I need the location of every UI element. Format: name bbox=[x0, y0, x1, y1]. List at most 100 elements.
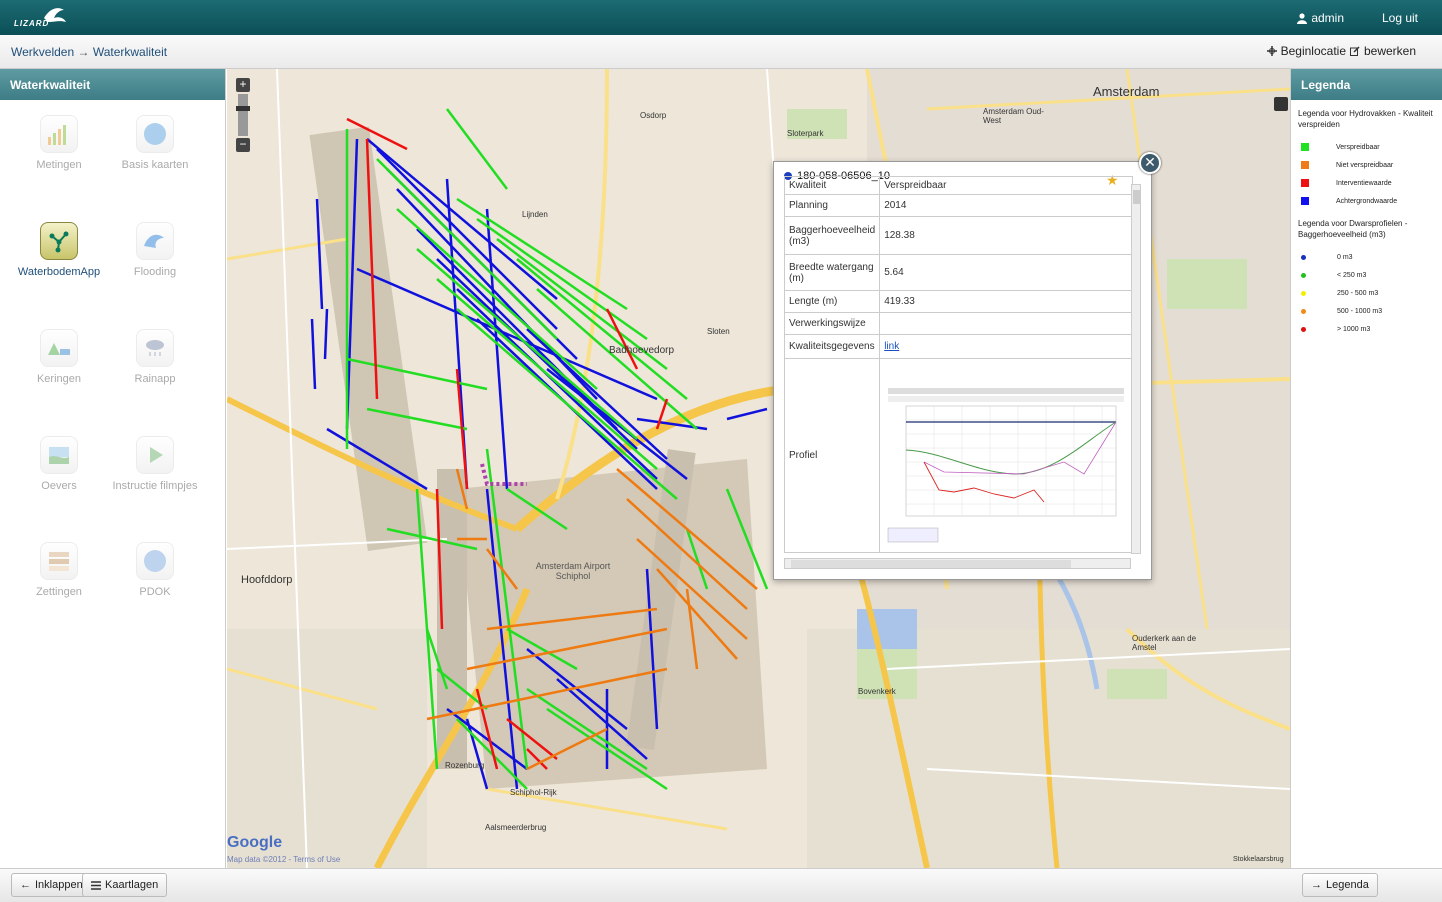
close-popup-button[interactable]: ✕ bbox=[1139, 152, 1161, 174]
legend-swatch bbox=[1301, 143, 1309, 151]
popup-horizontal-scrollbar[interactable] bbox=[784, 558, 1131, 569]
popup-row: Baggerhoeveelheid (m3) 128.38 bbox=[783, 216, 1134, 255]
left-panel: Waterkwaliteit Metingen Basis kaarten Wa… bbox=[0, 69, 226, 868]
top-bar: LIZARD admin Log uit bbox=[0, 0, 1442, 35]
map-label-stokkelaarsbrug: Stokkelaarsbrug bbox=[1233, 856, 1284, 863]
legend-hydro-list: Verspreidbaar Niet verspreidbaar Interve… bbox=[1291, 138, 1442, 210]
app-pdok[interactable]: PDOK bbox=[110, 542, 200, 598]
lizard-logo[interactable]: LIZARD bbox=[14, 4, 84, 32]
collapse-button[interactable]: ← Inklappen bbox=[11, 873, 92, 897]
breadcrumb-werkvelden[interactable]: Werkvelden bbox=[11, 45, 74, 59]
map-label-badhoevedorp: Badhoevedorp bbox=[609, 345, 675, 356]
dike-icon bbox=[40, 329, 78, 367]
zoom-out-button[interactable]: − bbox=[236, 138, 250, 152]
popup-row: Planning 2014 bbox=[783, 194, 1134, 217]
popup-vertical-scrollbar[interactable] bbox=[1131, 184, 1141, 554]
legend-item: Interventiewaarde bbox=[1291, 174, 1442, 192]
map-label-oud-west: Amsterdam Oud-West bbox=[983, 107, 1044, 125]
layers-icon bbox=[40, 542, 78, 580]
legend-item: 250 - 500 m3 bbox=[1291, 284, 1442, 302]
legend-panel: Legenda Legenda voor Hydrovakken - Kwali… bbox=[1290, 69, 1442, 868]
popup-key: Lengte (m) bbox=[783, 290, 881, 313]
legend-swatch bbox=[1301, 179, 1309, 187]
zoom-slider-knob[interactable] bbox=[236, 106, 250, 111]
legend-label: Interventiewaarde bbox=[1336, 179, 1392, 187]
map-canvas[interactable]: Amsterdam Badhoevedorp Hoofddorp Amsterd… bbox=[227, 69, 1290, 868]
legend-profile-title: Legenda voor Dwarsprofielen - Baggerhoev… bbox=[1298, 219, 1408, 239]
app-label: Keringen bbox=[36, 373, 82, 385]
legend-dot bbox=[1301, 326, 1306, 332]
breadcrumb-separator: → bbox=[77, 45, 90, 59]
legend-label: > 1000 m3 bbox=[1337, 325, 1371, 333]
user-menu[interactable]: admin bbox=[1297, 11, 1344, 25]
popup-key: Planning bbox=[783, 194, 881, 217]
legend-label: 0 m3 bbox=[1337, 253, 1353, 261]
legend-item: Verspreidbaar bbox=[1291, 138, 1442, 156]
map-label-rozenburg: Rozenburg bbox=[445, 761, 485, 770]
beginlocatie-button[interactable]: Beginlocatie bbox=[1266, 44, 1346, 58]
play-icon bbox=[136, 436, 174, 474]
popup-key: Baggerhoeveelheid (m3) bbox=[783, 216, 881, 255]
app-keringen[interactable]: Keringen bbox=[14, 329, 104, 385]
popup-key: Verwerkingswijze bbox=[783, 312, 881, 335]
popup-value bbox=[879, 312, 1134, 335]
zoom-control: + − bbox=[236, 78, 250, 152]
legend-item: Niet verspreidbaar bbox=[1291, 156, 1442, 174]
rain-cloud-icon bbox=[136, 329, 174, 367]
app-metingen[interactable]: Metingen bbox=[14, 115, 104, 171]
map-label-bovenkerk: Bovenkerk bbox=[858, 687, 896, 696]
legend-item: Achtergrondwaarde bbox=[1291, 192, 1442, 210]
popup-key: Kwaliteitsgegevens bbox=[783, 334, 881, 359]
map-layers-label: Kaartlagen bbox=[105, 879, 159, 891]
scrollbar-thumb[interactable] bbox=[791, 560, 1071, 568]
popup-value: 419.33 bbox=[879, 290, 1134, 313]
app-label: Instructie filmpjes bbox=[112, 480, 198, 492]
profile-chart-image[interactable] bbox=[884, 362, 1129, 546]
popup-key: Profiel bbox=[783, 358, 881, 553]
legend-label: < 250 m3 bbox=[1337, 271, 1367, 279]
legend-item: 0 m3 bbox=[1291, 248, 1442, 266]
arrow-right-icon: → bbox=[1311, 879, 1322, 891]
legend-dot bbox=[1301, 308, 1306, 314]
app-oevers[interactable]: Oevers bbox=[14, 436, 104, 492]
layer-switcher-icon[interactable] bbox=[1274, 97, 1288, 111]
scrollbar-thumb[interactable] bbox=[1133, 190, 1140, 204]
breadcrumb: Werkvelden → Waterkwaliteit bbox=[11, 45, 167, 59]
user-name: admin bbox=[1311, 11, 1344, 25]
app-basis-kaarten[interactable]: Basis kaarten bbox=[110, 115, 200, 171]
legend-dot bbox=[1301, 290, 1306, 296]
app-label: Zettingen bbox=[36, 586, 82, 598]
breadcrumb-waterkwaliteit[interactable]: Waterkwaliteit bbox=[93, 45, 167, 59]
kwaliteitsgegevens-link[interactable]: link bbox=[884, 341, 899, 352]
popup-row: Profiel bbox=[783, 358, 1134, 553]
app-rainapp[interactable]: Rainapp bbox=[110, 329, 200, 385]
legend-item: < 250 m3 bbox=[1291, 266, 1442, 284]
chart-icon bbox=[40, 115, 78, 153]
legend-profile-list: 0 m3 < 250 m3 250 - 500 m3 500 - 1000 m3… bbox=[1291, 248, 1442, 338]
popup-row: Kwaliteitsgegevens link bbox=[783, 334, 1134, 359]
legend-button-label: Legenda bbox=[1326, 879, 1369, 891]
bewerken-button[interactable]: bewerken bbox=[1349, 44, 1416, 58]
popup-value: link bbox=[879, 334, 1134, 359]
map-label-sloten: Sloten bbox=[707, 327, 730, 336]
popup-row: Lengte (m) 419.33 bbox=[783, 290, 1134, 313]
legend-label: 250 - 500 m3 bbox=[1337, 289, 1379, 297]
app-label: WaterbodemApp bbox=[17, 266, 101, 278]
map-layers-button[interactable]: Kaartlagen bbox=[82, 873, 168, 897]
list-icon bbox=[91, 880, 101, 890]
legend-button[interactable]: → Legenda bbox=[1302, 873, 1378, 897]
feature-popup: ✕ 180-058-06506_10 ★ Kwaliteit Verspreidb… bbox=[773, 152, 1161, 580]
logo-text: LIZARD bbox=[14, 19, 50, 28]
app-flooding[interactable]: Flooding bbox=[110, 222, 200, 278]
app-instructie-filmpjes[interactable]: Instructie filmpjes bbox=[110, 436, 200, 492]
map-label-ouderkerk: Ouderkerk aan de Amstel bbox=[1132, 634, 1197, 652]
app-zettingen[interactable]: Zettingen bbox=[14, 542, 104, 598]
logout-link[interactable]: Log uit bbox=[1382, 11, 1418, 25]
map-attribution[interactable]: Map data ©2012 - Terms of Use bbox=[227, 855, 340, 864]
legend-dot bbox=[1301, 254, 1306, 260]
app-waterbodemapp[interactable]: WaterbodemApp bbox=[14, 222, 104, 278]
zoom-in-button[interactable]: + bbox=[236, 78, 250, 92]
bottom-bar: ← Inklappen Kaartlagen → Legenda bbox=[0, 868, 1442, 902]
zoom-slider[interactable] bbox=[236, 94, 250, 136]
popup-value: 2014 bbox=[879, 194, 1134, 217]
